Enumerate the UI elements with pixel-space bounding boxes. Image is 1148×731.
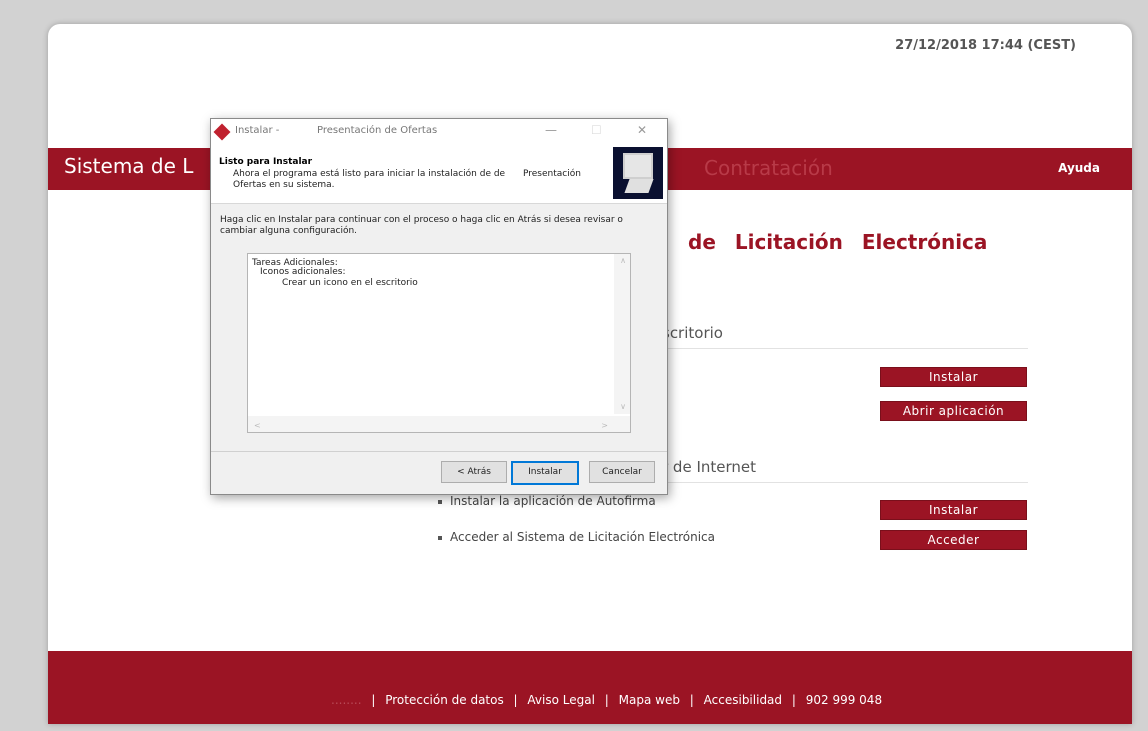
horizontal-scrollbar[interactable]: < > bbox=[248, 416, 630, 432]
header-background-text: Contratación bbox=[704, 156, 833, 180]
site-title[interactable]: Sistema de L bbox=[64, 154, 193, 178]
monitor-shape bbox=[623, 153, 653, 179]
dialog-titlebar[interactable]: Instalar - Presentación de Ofertas — ☐ ✕ bbox=[211, 119, 667, 145]
access-button[interactable]: Acceder bbox=[880, 530, 1027, 550]
scroll-right-icon[interactable]: > bbox=[601, 421, 608, 430]
app-logo-icon bbox=[213, 123, 231, 141]
dialog-divider bbox=[211, 451, 667, 452]
computer-install-icon bbox=[613, 147, 663, 199]
page-title: de Licitación Electrónica bbox=[688, 230, 988, 254]
minimize-icon[interactable]: — bbox=[545, 123, 557, 137]
footer: ........ | Protección de datos | Aviso L… bbox=[48, 651, 1132, 724]
list-item-label: Acceder al Sistema de Licitación Electró… bbox=[450, 530, 715, 544]
dialog-title-product: Presentación de Ofertas bbox=[317, 125, 438, 136]
datetime-label: 27/12/2018 17:44 (CEST) bbox=[895, 38, 1076, 53]
install-autofirma-button[interactable]: Instalar bbox=[880, 500, 1027, 520]
help-link[interactable]: Ayuda bbox=[1058, 161, 1100, 175]
footer-link-accessibility[interactable]: Accesibilidad bbox=[704, 693, 782, 707]
dialog-instructions: Haga clic en Instalar para continuar con… bbox=[220, 215, 623, 236]
install-desktop-button[interactable]: Instalar bbox=[880, 367, 1027, 387]
installer-dialog: Instalar - Presentación de Ofertas — ☐ ✕… bbox=[210, 118, 668, 495]
footer-link-privacy[interactable]: Protección de datos bbox=[385, 693, 504, 707]
computer-base-shape bbox=[624, 179, 654, 193]
list-item-access: Acceder al Sistema de Licitación Electró… bbox=[438, 530, 715, 544]
maximize-icon[interactable]: ☐ bbox=[591, 123, 602, 137]
cancel-button[interactable]: Cancelar bbox=[589, 461, 655, 483]
dialog-description: Ahora el programa está listo para inicia… bbox=[233, 169, 506, 190]
summary-line: Crear un icono en el escritorio bbox=[282, 278, 418, 288]
footer-links: ........ | Protección de datos | Aviso L… bbox=[328, 693, 885, 707]
scroll-down-icon[interactable]: ∨ bbox=[620, 402, 626, 411]
dialog-description-extra: Presentación bbox=[523, 169, 581, 179]
footer-separator: | bbox=[604, 693, 609, 707]
tasks-summary-box[interactable]: Tareas Adicionales: Iconos adicionales: … bbox=[247, 253, 631, 433]
scroll-up-icon[interactable]: ∧ bbox=[620, 256, 626, 265]
section-heading-internet: r de Internet bbox=[662, 458, 1028, 483]
vertical-scrollbar[interactable]: ∧ ∨ bbox=[614, 254, 630, 414]
list-item-label: Instalar la aplicación de Autofirma bbox=[450, 494, 656, 508]
install-button[interactable]: Instalar bbox=[511, 461, 579, 485]
footer-separator: | bbox=[791, 693, 796, 707]
footer-muted-text: ........ bbox=[331, 693, 362, 707]
dialog-heading: Listo para Instalar bbox=[219, 157, 313, 167]
dialog-header: Listo para Instalar Ahora el programa es… bbox=[211, 145, 667, 204]
bullet-icon bbox=[438, 499, 442, 504]
footer-separator: | bbox=[513, 693, 518, 707]
list-item-autofirma: Instalar la aplicación de Autofirma bbox=[438, 494, 656, 508]
open-application-button[interactable]: Abrir aplicación bbox=[880, 401, 1027, 421]
section-heading-desktop: scritorio bbox=[662, 324, 1028, 349]
footer-separator: | bbox=[689, 693, 694, 707]
footer-phone[interactable]: 902 999 048 bbox=[806, 693, 882, 707]
dialog-title: Instalar - bbox=[235, 125, 280, 136]
footer-separator: | bbox=[371, 693, 376, 707]
back-button[interactable]: < Atrás bbox=[441, 461, 507, 483]
footer-link-sitemap[interactable]: Mapa web bbox=[619, 693, 680, 707]
scroll-left-icon[interactable]: < bbox=[254, 421, 261, 430]
close-icon[interactable]: ✕ bbox=[637, 123, 647, 137]
summary-line: Iconos adicionales: bbox=[260, 267, 346, 277]
bullet-icon bbox=[438, 535, 442, 540]
footer-link-legal[interactable]: Aviso Legal bbox=[527, 693, 595, 707]
